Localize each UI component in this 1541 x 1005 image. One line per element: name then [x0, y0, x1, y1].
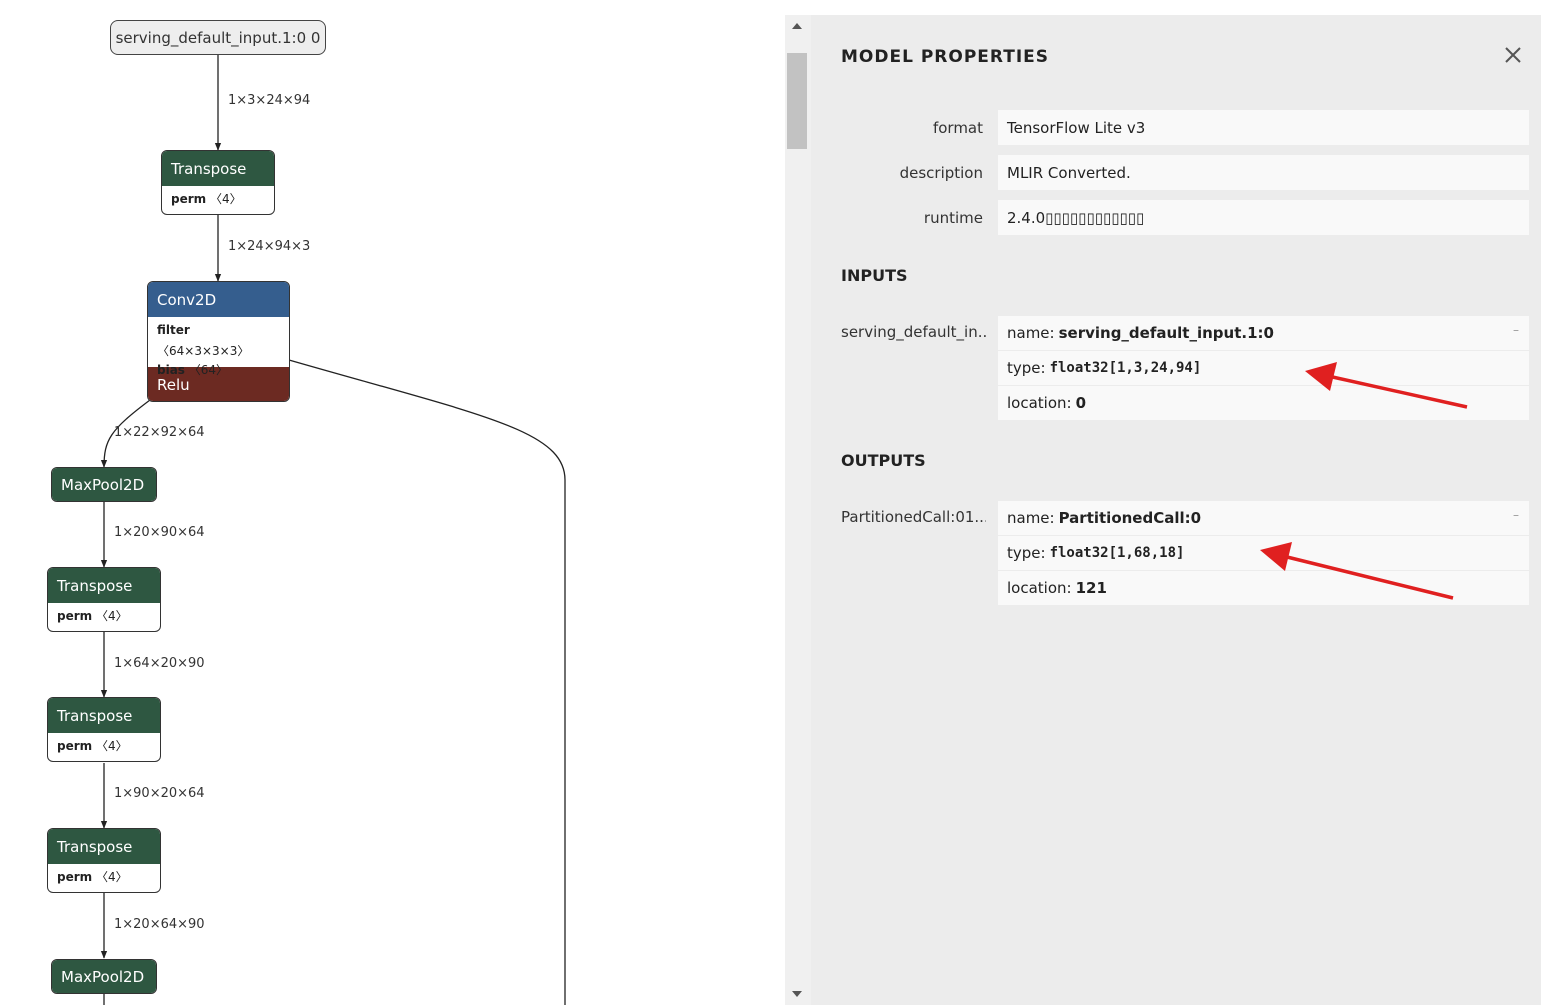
sidebar-scrollbar[interactable]: [785, 15, 811, 1005]
output-name: PartitionedCall:0: [1058, 509, 1202, 527]
attr-key: perm: [57, 609, 93, 623]
field-key: location:: [1007, 394, 1072, 412]
node-attributes: perm 〈4〉: [48, 733, 160, 760]
output-details[interactable]: – name: PartitionedCall:0 type: float32[…: [998, 500, 1529, 605]
output-type-row: type: float32[1,68,18]: [998, 535, 1529, 570]
node-title: Transpose: [48, 829, 160, 864]
output-type: float32[1,68,18]: [1049, 545, 1185, 561]
model-properties-panel: MODEL PROPERTIES format TensorFlow Lite …: [811, 15, 1541, 1005]
attr-value: 〈4〉: [95, 609, 128, 623]
field-key: name:: [1007, 324, 1055, 342]
output-label: PartitionedCall:01...: [841, 508, 986, 526]
scroll-thumb[interactable]: [787, 53, 807, 149]
node-title: MaxPool2D: [52, 960, 156, 993]
edge-line: [288, 359, 566, 1005]
input-type: float32[1,3,24,94]: [1049, 360, 1202, 376]
output-name-row: name: PartitionedCall:0: [998, 500, 1529, 535]
node-title: Transpose: [162, 151, 274, 186]
node-transpose[interactable]: Transpose perm 〈4〉: [47, 828, 161, 893]
field-key: name:: [1007, 509, 1055, 527]
property-value-description: MLIR Converted.: [998, 155, 1529, 190]
attr-row: filter 〈64×3×3×3〉: [157, 320, 280, 362]
collapse-icon[interactable]: –: [1513, 323, 1519, 337]
field-key: type:: [1007, 544, 1046, 562]
attr-key: filter: [157, 323, 190, 337]
attr-value: 〈4〉: [209, 192, 242, 206]
property-value-runtime: 2.4.0▯▯▯▯▯▯▯▯▯▯▯▯: [998, 200, 1529, 235]
edge-label: 1×20×90×64: [114, 525, 205, 540]
outputs-section-title: OUTPUTS: [841, 451, 926, 470]
close-icon[interactable]: [1501, 43, 1525, 67]
edge-label: 1×90×20×64: [114, 786, 205, 801]
node-maxpool2d[interactable]: MaxPool2D: [51, 959, 157, 994]
input-type-row: type: float32[1,3,24,94]: [998, 350, 1529, 385]
attr-key: perm: [57, 870, 93, 884]
input-name-row: name: serving_default_input.1:0: [998, 315, 1529, 350]
collapse-icon[interactable]: –: [1513, 508, 1519, 522]
output-location-row: location: 121: [998, 570, 1529, 605]
node-attributes: filter 〈64×3×3×3〉 bias 〈64〉: [148, 317, 289, 377]
attr-value: 〈4〉: [95, 739, 128, 753]
node-transpose[interactable]: Transpose perm 〈4〉: [161, 150, 275, 215]
property-value-format: TensorFlow Lite v3: [998, 110, 1529, 145]
property-label: runtime: [923, 209, 983, 227]
node-transpose[interactable]: Transpose perm 〈4〉: [47, 697, 161, 762]
field-key: location:: [1007, 579, 1072, 597]
attr-key: perm: [171, 192, 207, 206]
node-title: Transpose: [48, 698, 160, 733]
node-maxpool2d[interactable]: MaxPool2D: [51, 467, 157, 502]
property-label: description: [899, 164, 983, 182]
input-node[interactable]: serving_default_input.1:0 0: [110, 20, 326, 55]
scroll-down-arrow-icon[interactable]: [792, 991, 802, 997]
edge-label: 1×24×94×3: [228, 239, 311, 254]
attr-value: 〈64〉: [188, 363, 229, 377]
inputs-section-title: INPUTS: [841, 266, 908, 285]
edge-label: 1×22×92×64: [114, 425, 205, 440]
panel-title: MODEL PROPERTIES: [841, 47, 1050, 67]
edge-label: 1×64×20×90: [114, 656, 205, 671]
attr-key: perm: [57, 739, 93, 753]
node-attributes: perm 〈4〉: [162, 186, 274, 213]
node-title: MaxPool2D: [52, 468, 156, 501]
node-title: Conv2D: [148, 282, 289, 317]
attr-value: 〈64×3×3×3〉: [157, 344, 250, 358]
input-location: 0: [1075, 394, 1087, 412]
input-details[interactable]: – name: serving_default_input.1:0 type: …: [998, 315, 1529, 420]
scroll-up-arrow-icon[interactable]: [792, 23, 802, 29]
node-attributes: perm 〈4〉: [48, 603, 160, 630]
input-location-row: location: 0: [998, 385, 1529, 420]
node-transpose[interactable]: Transpose perm 〈4〉: [47, 567, 161, 632]
node-title: Transpose: [48, 568, 160, 603]
field-key: type:: [1007, 359, 1046, 377]
edge-label: 1×20×64×90: [114, 917, 205, 932]
edge-label: 1×3×24×94: [228, 93, 311, 108]
node-conv2d[interactable]: Conv2D filter 〈64×3×3×3〉 bias 〈64〉 Relu: [147, 281, 290, 402]
input-name: serving_default_input.1:0: [1058, 324, 1274, 342]
input-label: serving_default_in...: [841, 323, 986, 341]
node-attributes: perm 〈4〉: [48, 864, 160, 891]
property-label: format: [932, 119, 983, 137]
attr-value: 〈4〉: [95, 870, 128, 884]
output-location: 121: [1075, 579, 1107, 597]
graph-canvas[interactable]: serving_default_input.1:0 0 1×3×24×94 1×…: [0, 0, 785, 1005]
